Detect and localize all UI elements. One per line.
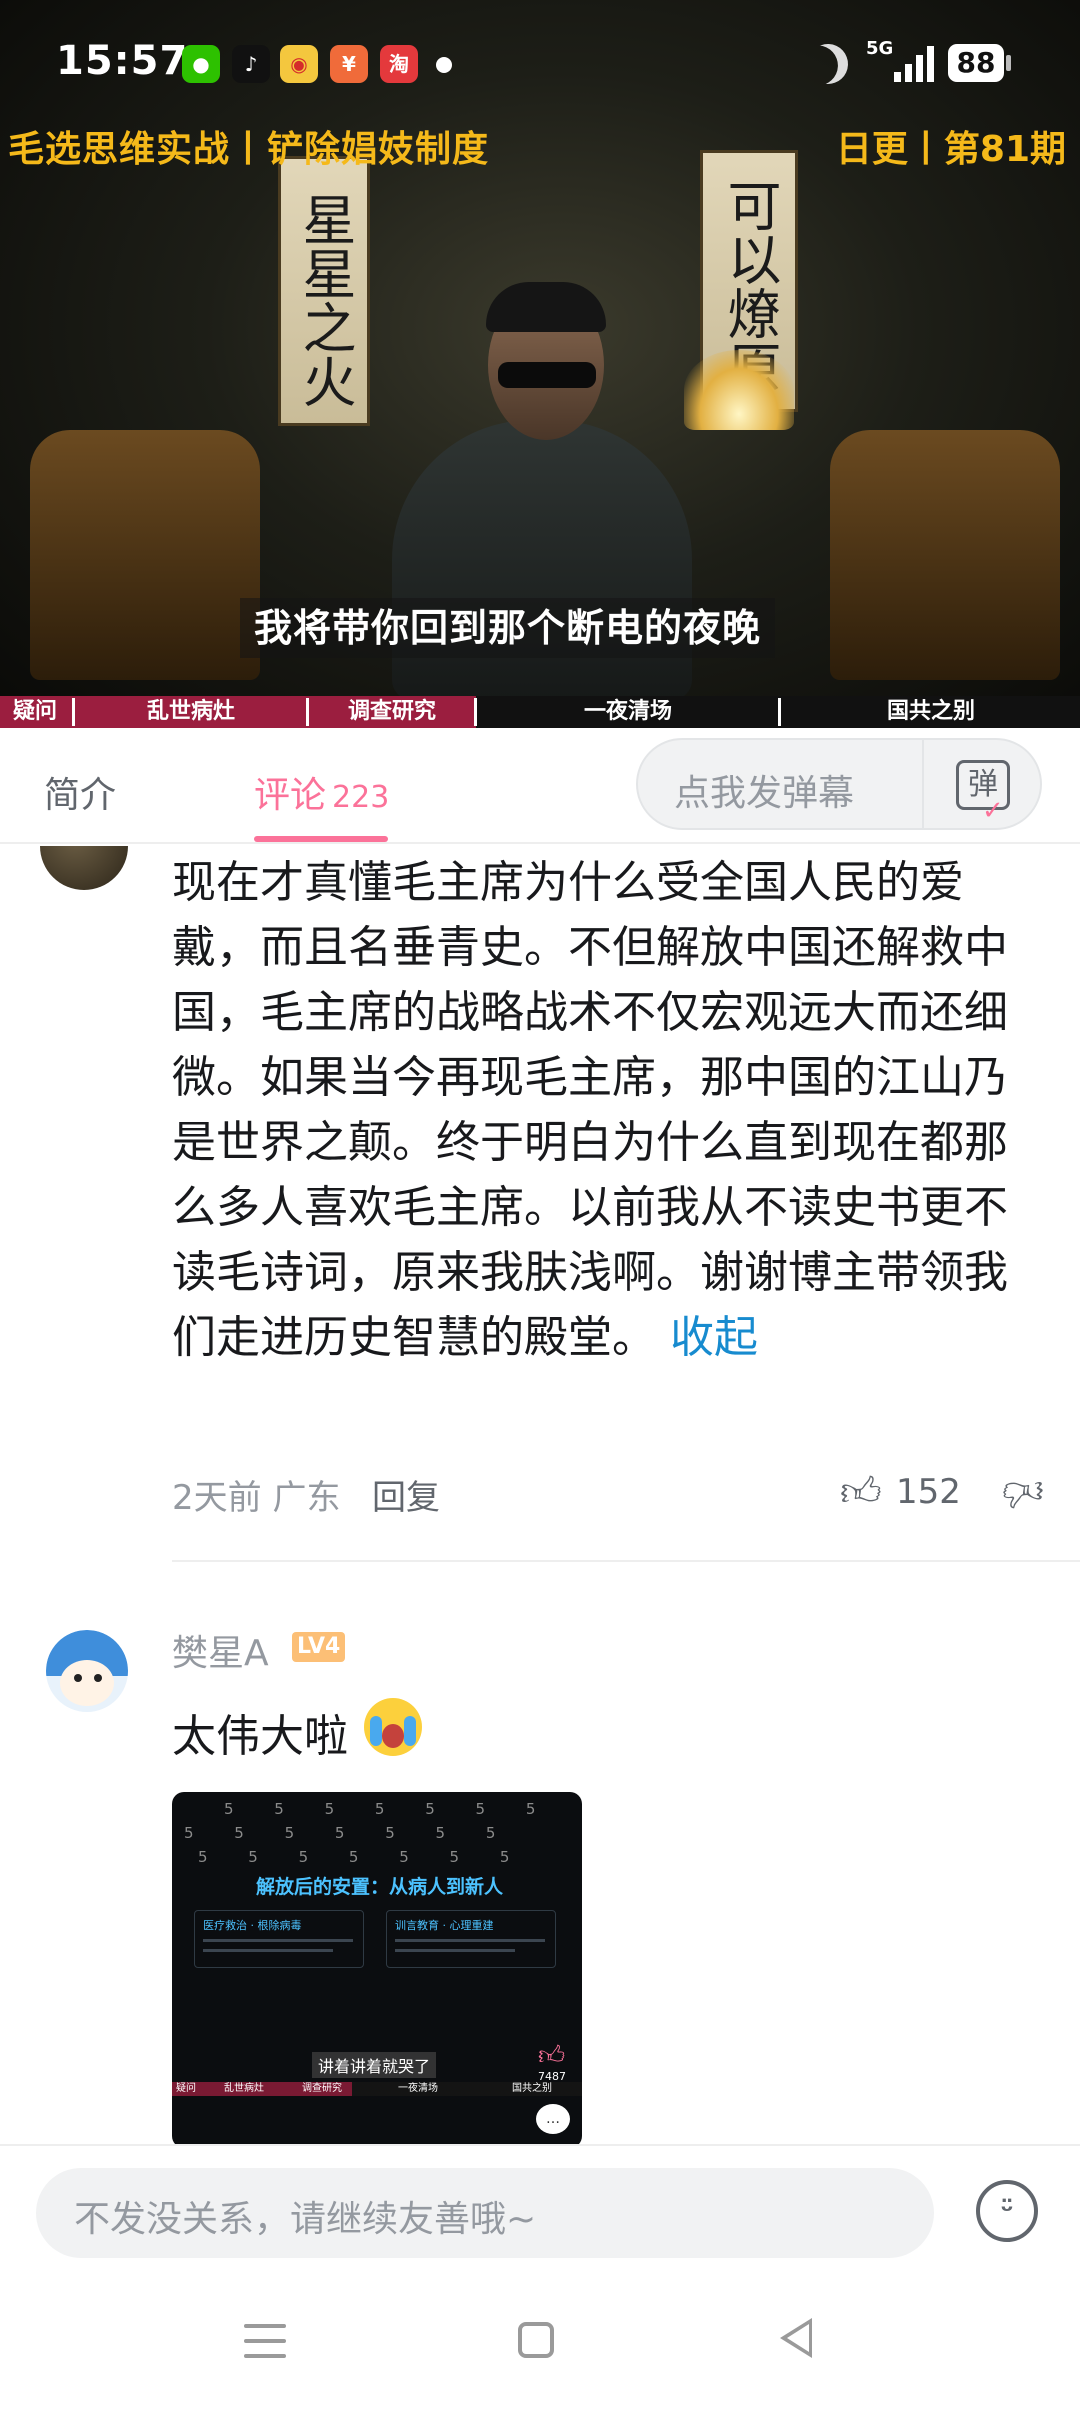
mouth	[382, 1724, 404, 1748]
thumb-text-line	[395, 1939, 545, 1942]
comment-count: 223	[332, 780, 390, 815]
chapter-separator	[72, 698, 75, 726]
collapse-link[interactable]: 收起	[670, 1312, 758, 1363]
tear	[370, 1716, 382, 1746]
chapter-3[interactable]: 调查研究	[310, 696, 474, 728]
tab-intro[interactable]: 简介	[44, 766, 116, 818]
danmaku-input[interactable]: 点我发弹幕 弹 ✓	[636, 738, 1042, 830]
thumb-chapter-bar: 疑问 乱世病灶 调查研究 一夜清场 国共之别	[172, 2082, 582, 2096]
thumbs-up-icon[interactable]: 👍︎	[840, 1468, 882, 1516]
system-nav-bar	[0, 2274, 1080, 2414]
comment-body: 现在才真懂毛主席为什么受全国人民的爱戴，而且名垂青史。不但解放中国还解救中国，毛…	[172, 857, 1008, 1363]
battery-tip	[1006, 55, 1011, 71]
status-time: 15:57	[56, 38, 189, 84]
do-not-disturb-icon	[802, 38, 853, 89]
comment-input-placeholder: 不发没关系，请继续友善哦~	[74, 2199, 537, 2240]
avatar-eye	[74, 1674, 82, 1682]
active-tab-indicator	[254, 836, 388, 842]
armchair-left	[30, 430, 260, 680]
taobao-icon: 淘	[380, 45, 418, 83]
battery-icon: 88	[948, 44, 1004, 82]
thumb-chapter: 调查研究	[302, 2083, 342, 2094]
tear	[404, 1716, 416, 1746]
thumb-box-left-title: 医疗救治 · 根除病毒	[203, 1919, 302, 1932]
network-type: 5G	[866, 38, 894, 59]
thumb-box-right-title: 训言教育 · 心理重建	[395, 1919, 494, 1932]
signal-icon	[894, 44, 938, 82]
comment-input-bar: 不发没关系，请继续友善哦~ ᵕ̈	[0, 2144, 1080, 2274]
recent-apps-icon[interactable]	[244, 2322, 286, 2360]
danmaku-divider	[922, 740, 924, 828]
comment-image-thumbnail[interactable]: 5 5 5 5 5 5 5 5 5 5 5 5 5 5 5 5 5 5 5 5 …	[172, 1792, 582, 2144]
thumbs-down-icon[interactable]: 👍︎	[1002, 1468, 1044, 1516]
avatar-face	[60, 1660, 114, 1706]
thumb-chapter: 乱世病灶	[224, 2083, 264, 2094]
thumb-number-row: 5 5 5 5 5 5 5	[184, 1824, 514, 1842]
tiktok-icon: ♪	[232, 45, 270, 83]
armchair-right	[830, 430, 1060, 680]
weibo-icon: ◉	[280, 45, 318, 83]
tab-comments[interactable]: 评论 223	[254, 766, 389, 818]
video-player[interactable]: 星星之火 可以燎原 15:57 ● ♪ ◉ ¥ 淘 5G 88 毛选思维实战丨铲…	[0, 0, 1080, 728]
thumb-text-line	[203, 1939, 353, 1942]
chapter-progress-bar[interactable]: 疑问 乱世病灶 调查研究 一夜清场 国共之别	[0, 696, 1080, 728]
thumb-subtitle: 讲着讲着就哭了	[312, 2052, 437, 2078]
tab-bar: 简介 评论 223 点我发弹幕 弹 ✓	[0, 728, 1080, 844]
taobao-flash-icon: ¥	[330, 45, 368, 83]
more-notifications-dot	[436, 57, 452, 73]
chapter-4[interactable]: 一夜清场	[478, 696, 778, 728]
thumb-chapter: 一夜清场	[398, 2083, 438, 2094]
thumb-text-line	[203, 1949, 333, 1952]
thumb-comment-bubble-icon: …	[536, 2104, 570, 2134]
thumb-title: 解放后的安置：从病人到新人	[256, 1876, 504, 1898]
chapter-5[interactable]: 国共之别	[782, 696, 1080, 728]
like-count: 152	[896, 1472, 961, 1512]
danmaku-check-icon: ✓	[982, 796, 1004, 826]
chapter-separator	[778, 698, 781, 726]
emoji-icon[interactable]: ᵕ̈	[976, 2180, 1038, 2242]
thumb-number-row: 5 5 5 5 5 5 5	[224, 1800, 554, 1818]
thumb-number-row: 5 5 5 5 5 5 5	[198, 1848, 528, 1866]
thumb-box-left: 医疗救治 · 根除病毒	[194, 1910, 364, 1968]
video-subtitle: 我将带你回到那个断电的夜晚	[240, 598, 776, 658]
comment-divider	[172, 1560, 1080, 1562]
wechat-icon: ●	[182, 45, 220, 83]
avatar[interactable]	[46, 1630, 128, 1712]
danmaku-placeholder: 点我发弹幕	[674, 773, 855, 814]
status-bar: 15:57 ● ♪ ◉ ¥ 淘 5G 88	[0, 0, 1080, 128]
avatar[interactable]	[40, 846, 128, 890]
thumb-text-line	[395, 1949, 515, 1952]
comment-text: 太伟大啦	[172, 1711, 348, 1762]
comment-text: 现在才真懂毛主席为什么受全国人民的爱戴，而且名垂青史。不但解放中国还解救中国，毛…	[172, 850, 1022, 1370]
reply-button[interactable]: 回复	[372, 1470, 440, 1519]
thumb-like-icon: 👍︎	[538, 2041, 566, 2071]
chapter-1[interactable]: 疑问	[0, 696, 70, 728]
presenter-hair	[486, 282, 606, 332]
sunglasses	[498, 362, 596, 388]
crying-emoji-icon	[364, 1698, 422, 1756]
chapter-separator	[306, 698, 309, 726]
level-badge: LV4	[292, 1632, 346, 1662]
comment-list[interactable]: 现在才真懂毛主席为什么受全国人民的爱戴，而且名垂青史。不但解放中国还解救中国，毛…	[0, 846, 1080, 2144]
video-episode-label: 日更丨第81期	[835, 129, 1066, 170]
comment-time-location: 2天前 广东	[172, 1478, 341, 1518]
calligraphy-scroll-left: 星星之火	[278, 156, 370, 426]
chapter-separator	[474, 698, 477, 726]
comment-input[interactable]: 不发没关系，请继续友善哦~	[36, 2168, 934, 2258]
tab-comments-label: 评论	[254, 775, 327, 816]
thumb-chapter: 国共之别	[512, 2083, 552, 2094]
home-icon[interactable]	[518, 2322, 554, 2358]
back-icon-inner	[787, 2324, 809, 2352]
thumb-chapter: 疑问	[176, 2083, 196, 2094]
video-series-title: 毛选思维实战丨铲除娼妓制度	[8, 129, 490, 170]
username[interactable]: 樊星A	[172, 1624, 269, 1676]
avatar-eye	[94, 1674, 102, 1682]
presenter-body	[392, 420, 692, 700]
desk-lamp	[684, 350, 794, 430]
chapter-2[interactable]: 乱世病灶	[76, 696, 306, 728]
thumb-box-right: 训言教育 · 心理重建	[386, 1910, 556, 1968]
